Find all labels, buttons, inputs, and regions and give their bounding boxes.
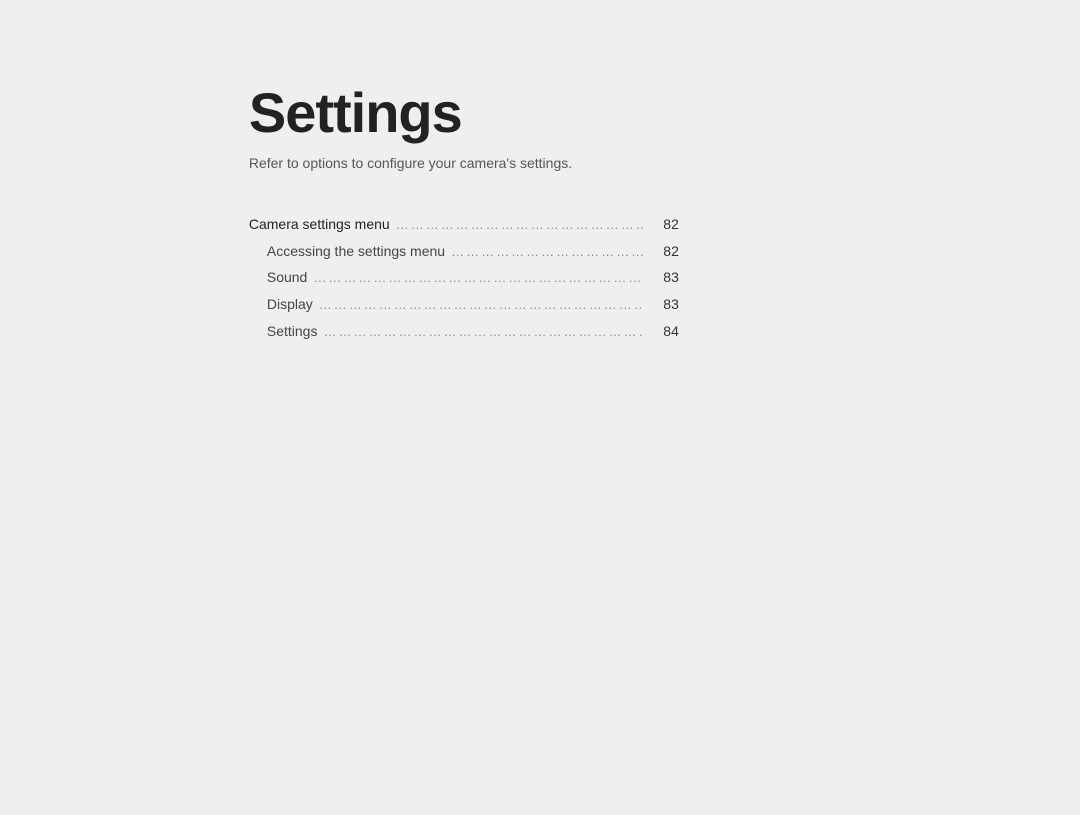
toc-label: Settings [267,318,324,345]
toc-entry-main: Camera settings menu 82 [249,211,679,238]
toc-label: Sound [267,264,313,291]
toc-page-number: 83 [643,291,679,318]
toc-leader [396,213,643,238]
table-of-contents: Camera settings menu 82 Accessing the se… [249,211,679,344]
toc-leader [319,293,643,318]
toc-leader [451,239,643,264]
toc-page-number: 82 [643,237,679,264]
toc-label: Camera settings menu [249,211,396,238]
toc-page-number: 83 [643,264,679,291]
page-title: Settings [249,80,889,145]
toc-entry-sub: Display 83 [249,291,679,318]
toc-leader [323,320,642,345]
toc-entry-sub: Sound 83 [249,264,679,291]
toc-entry-sub: Accessing the settings menu 82 [249,237,679,264]
toc-page-number: 84 [643,318,679,345]
toc-page-number: 82 [643,211,679,238]
toc-entry-sub: Settings 84 [249,318,679,345]
page-subtitle: Refer to options to configure your camer… [249,155,889,171]
toc-leader [313,266,643,291]
toc-label: Accessing the settings menu [267,237,451,264]
content-wrapper: Settings Refer to options to configure y… [9,0,1080,800]
document-page: Settings Refer to options to configure y… [0,0,1080,815]
page-body: Settings Refer to options to configure y… [249,80,889,344]
toc-label: Display [267,291,319,318]
stage: Settings Refer to options to configure y… [0,0,1080,815]
